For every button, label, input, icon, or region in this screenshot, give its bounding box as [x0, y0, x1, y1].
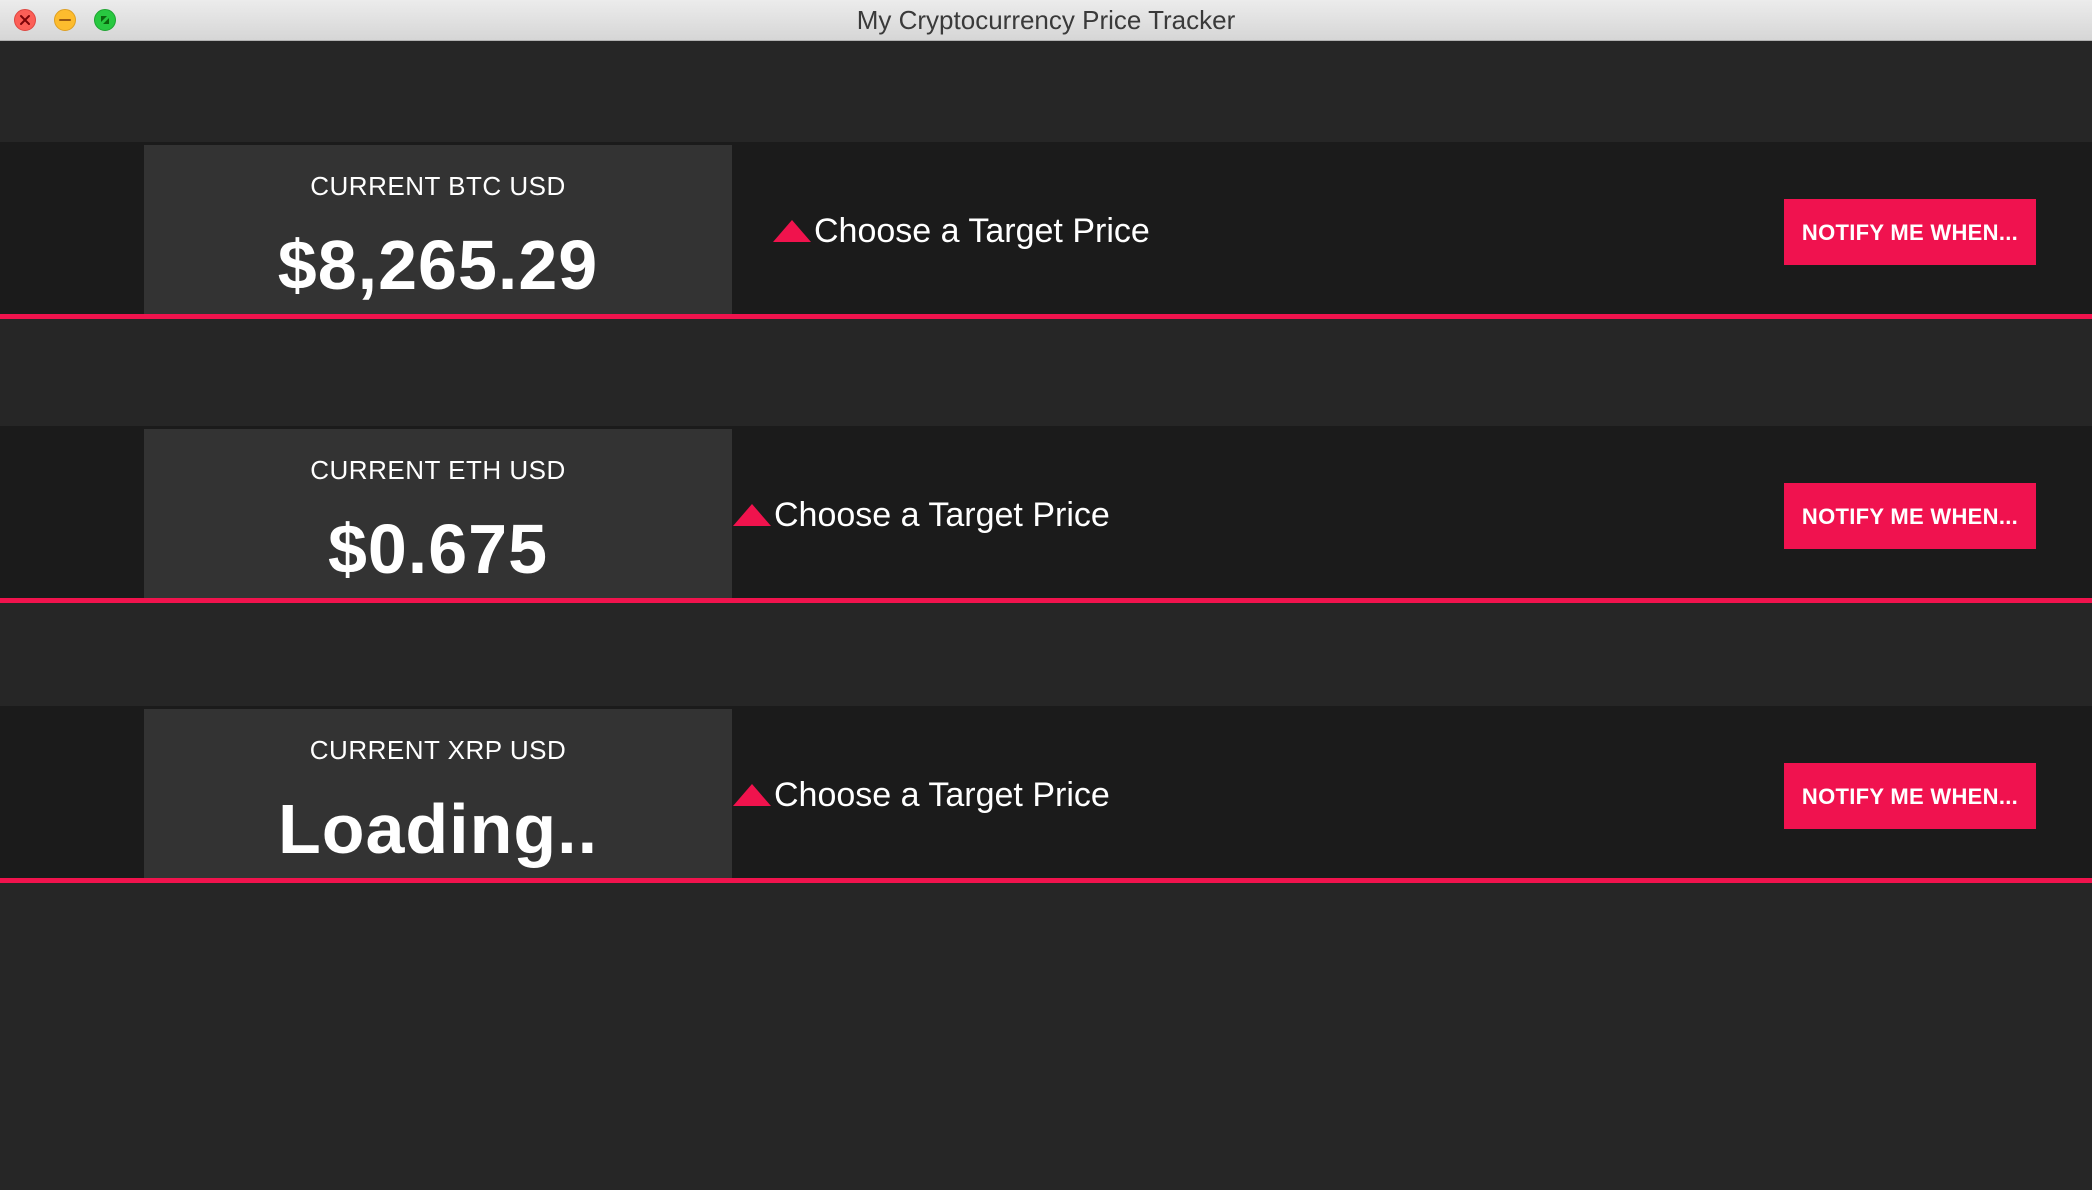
price-card: CURRENT BTC USD $8,265.29 — [144, 145, 732, 314]
app-window: My Cryptocurrency Price Tracker CURRENT … — [0, 0, 2092, 1190]
choose-target-price[interactable]: Choose a Target Price — [732, 490, 1110, 540]
notify-me-button[interactable]: NOTIFY ME WHEN... — [1784, 199, 2036, 265]
current-price: $8,265.29 — [277, 226, 599, 304]
row-divider — [0, 314, 2092, 319]
notify-me-button[interactable]: NOTIFY ME WHEN... — [1784, 483, 2036, 549]
row-divider — [0, 598, 2092, 603]
ticker-row-xrp: CURRENT XRP USD Loading.. Choose a Targe… — [0, 706, 2092, 883]
currency-label: CURRENT BTC USD — [310, 171, 566, 201]
notify-me-button[interactable]: NOTIFY ME WHEN... — [1784, 763, 2036, 829]
triangle-up-icon — [733, 504, 771, 526]
price-card: CURRENT XRP USD Loading.. — [144, 709, 732, 878]
choose-target-price[interactable]: Choose a Target Price — [732, 770, 1110, 820]
ticker-row-eth: CURRENT ETH USD $0.675 Choose a Target P… — [0, 426, 2092, 603]
price-card: CURRENT ETH USD $0.675 — [144, 429, 732, 598]
triangle-up-icon — [733, 784, 771, 806]
target-price-label: Choose a Target Price — [814, 211, 1150, 250]
ticker-row-btc: CURRENT BTC USD $8,265.29 Choose a Targe… — [0, 142, 2092, 319]
current-price: Loading.. — [277, 790, 599, 868]
target-price-label: Choose a Target Price — [774, 775, 1110, 814]
currency-label: CURRENT XRP USD — [309, 735, 567, 765]
choose-target-price[interactable]: Choose a Target Price — [772, 206, 1150, 256]
row-divider — [0, 878, 2092, 883]
window-title: My Cryptocurrency Price Tracker — [856, 5, 1236, 35]
triangle-up-icon — [773, 220, 811, 242]
title-bar: My Cryptocurrency Price Tracker — [0, 0, 2092, 41]
current-price: $0.675 — [327, 510, 549, 588]
currency-label: CURRENT ETH USD — [310, 455, 566, 485]
target-price-label: Choose a Target Price — [774, 495, 1110, 534]
